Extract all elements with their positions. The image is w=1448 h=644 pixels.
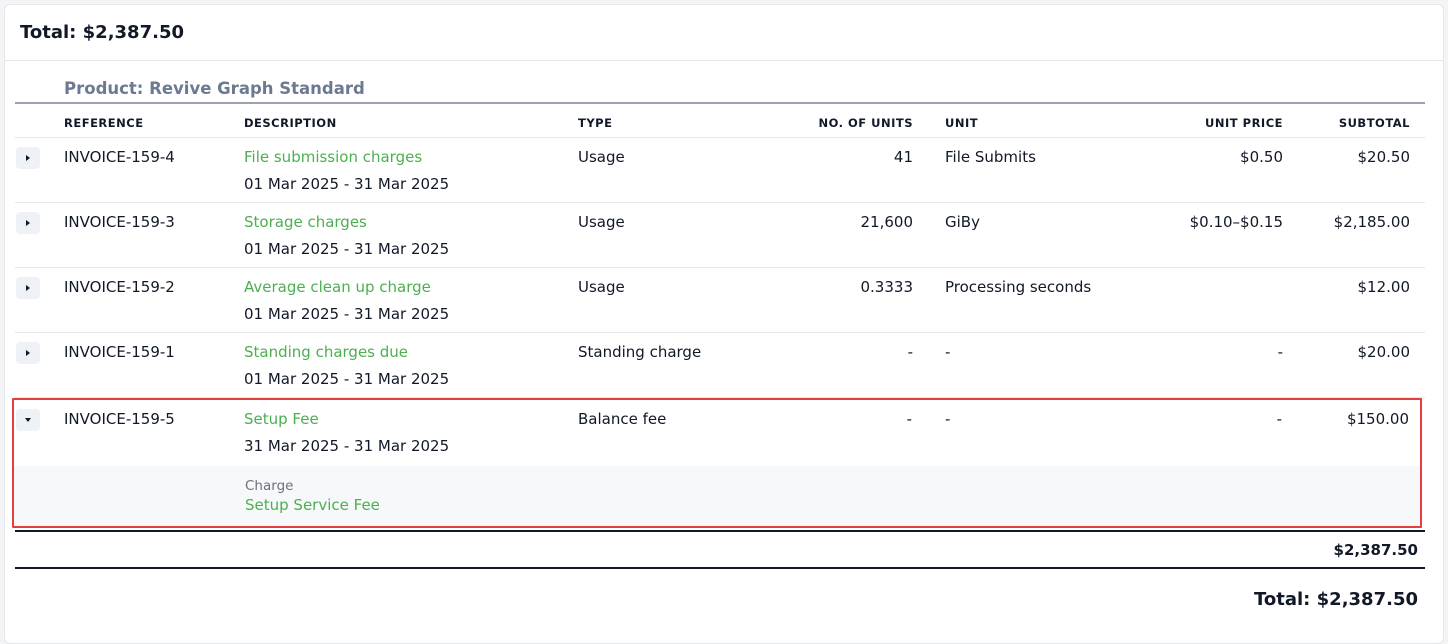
row-unit-price: $0.50: [1240, 148, 1283, 166]
row-type: Standing charge: [578, 343, 702, 361]
col-units: NO. OF UNITS: [818, 116, 913, 130]
row-subtotal: $20.50: [1357, 148, 1411, 166]
row-subtotal: $150.00: [1346, 410, 1409, 428]
col-type: TYPE: [578, 116, 613, 130]
row-unit: File Submits: [945, 148, 1036, 166]
row-period: 01 Mar 2025 - 31 Mar 2025: [244, 175, 450, 193]
row-description[interactable]: Average clean up charge: [244, 278, 449, 296]
row-description-cell: Standing charges due 01 Mar 2025 - 31 Ma…: [244, 343, 449, 388]
table-header: REFERENCE DESCRIPTION TYPE NO. OF UNITS …: [15, 104, 1425, 138]
row-unit-price: -: [1276, 410, 1282, 428]
col-unit: UNIT: [945, 116, 979, 130]
row-reference: INVOICE-159-3: [64, 213, 175, 231]
expand-row-button[interactable]: [16, 147, 40, 169]
row-units: 41: [893, 148, 913, 166]
row-description[interactable]: Storage charges: [244, 213, 449, 231]
table-row[interactable]: INVOICE-159-4 File submission charges 01…: [15, 138, 1425, 203]
row-subtotal: $2,185.00: [1333, 213, 1410, 231]
row-unit: Processing seconds: [945, 278, 1092, 296]
row-units: -: [906, 410, 912, 428]
caret-right-icon: [26, 350, 30, 356]
header-total: Total: $2,387.50: [20, 22, 184, 43]
row-units: 0.3333: [860, 278, 914, 296]
row-type: Balance fee: [578, 410, 667, 428]
table-row[interactable]: INVOICE-159-1 Standing charges due 01 Ma…: [15, 333, 1425, 398]
row-unit-price: $0.10–$0.15: [1189, 213, 1283, 231]
row-period: 01 Mar 2025 - 31 Mar 2025: [244, 240, 450, 258]
row-reference: INVOICE-159-1: [64, 343, 175, 361]
expand-row-button[interactable]: [16, 277, 40, 299]
table-row[interactable]: INVOICE-159-5 Setup Fee 31 Mar 2025 - 31…: [15, 400, 1421, 465]
row-units: 21,600: [860, 213, 914, 231]
product-title: Product: Revive Graph Standard: [15, 74, 1425, 104]
row-period: 01 Mar 2025 - 31 Mar 2025: [244, 305, 450, 323]
section-subtotal: $2,387.50: [1333, 541, 1418, 559]
table-row[interactable]: INVOICE-159-3 Storage charges 01 Mar 202…: [15, 203, 1425, 268]
caret-right-icon: [26, 285, 30, 291]
row-period: 01 Mar 2025 - 31 Mar 2025: [244, 370, 450, 388]
row-description-cell: File submission charges 01 Mar 2025 - 31…: [244, 148, 449, 193]
table-row[interactable]: INVOICE-159-2 Average clean up charge 01…: [15, 268, 1425, 333]
row-subtotal: $12.00: [1357, 278, 1411, 296]
expanded-row-highlight: INVOICE-159-5 Setup Fee 31 Mar 2025 - 31…: [12, 398, 1422, 528]
caret-right-icon: [26, 155, 30, 161]
row-subtotal: $20.00: [1357, 343, 1411, 361]
row-description[interactable]: Standing charges due: [244, 343, 449, 361]
detail-value[interactable]: Setup Service Fee: [245, 496, 380, 514]
expand-row-button[interactable]: [16, 342, 40, 364]
row-description-cell: Storage charges 01 Mar 2025 - 31 Mar 202…: [244, 213, 449, 258]
caret-right-icon: [26, 220, 30, 226]
col-reference: REFERENCE: [64, 116, 144, 130]
detail-label: Charge: [245, 478, 294, 494]
caret-down-icon: [25, 418, 31, 422]
row-unit-price: -: [1277, 343, 1283, 361]
row-period: 31 Mar 2025 - 31 Mar 2025: [244, 437, 450, 455]
col-unit-price: UNIT PRICE: [1205, 116, 1283, 130]
subtotal-divider: [15, 530, 1425, 532]
card-header: Total: $2,387.50: [5, 5, 1443, 61]
product-section: Product: Revive Graph Standard REFERENCE…: [12, 74, 1425, 528]
row-type: Usage: [578, 278, 625, 296]
row-unit: GiBy: [945, 213, 980, 231]
row-description[interactable]: File submission charges: [244, 148, 449, 166]
total-divider: [15, 567, 1425, 569]
row-unit: -: [945, 410, 951, 428]
row-reference: INVOICE-159-2: [64, 278, 175, 296]
expand-row-button[interactable]: [16, 212, 40, 234]
row-description[interactable]: Setup Fee: [244, 410, 449, 428]
row-detail-panel: Charge Setup Service Fee: [14, 466, 1420, 526]
row-type: Usage: [578, 213, 625, 231]
row-reference: INVOICE-159-4: [64, 148, 175, 166]
row-reference: INVOICE-159-5: [64, 410, 175, 428]
row-type: Usage: [578, 148, 625, 166]
row-units: -: [907, 343, 913, 361]
row-description-cell: Setup Fee 31 Mar 2025 - 31 Mar 2025: [244, 410, 449, 455]
collapse-row-button[interactable]: [16, 409, 40, 431]
footer-total: Total: $2,387.50: [1254, 589, 1418, 610]
col-description: DESCRIPTION: [244, 116, 337, 130]
col-subtotal: SUBTOTAL: [1338, 116, 1410, 130]
row-unit: -: [945, 343, 951, 361]
row-description-cell: Average clean up charge 01 Mar 2025 - 31…: [244, 278, 449, 323]
